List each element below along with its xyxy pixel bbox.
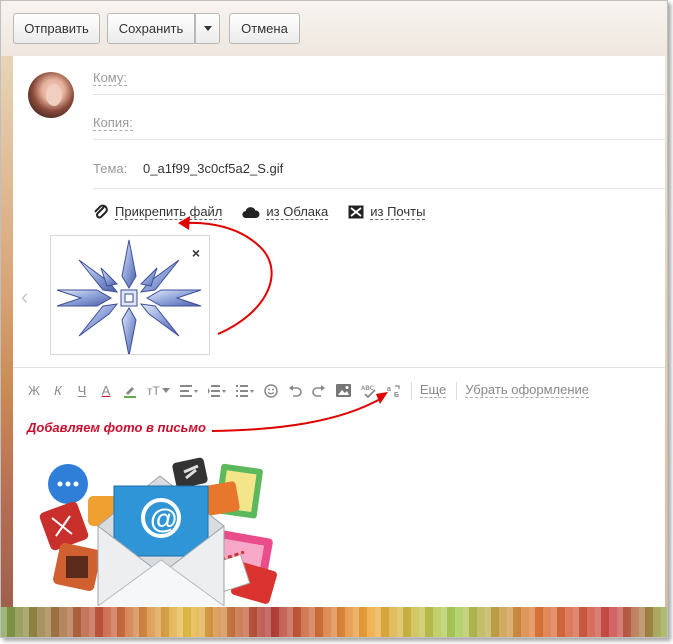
undo-icon [288,384,302,397]
list-icon [235,384,254,397]
snowflake-image [56,239,202,357]
format-toolbar: Ж К Ч А тТ ABC a Б Еще Убрать оформление [13,367,665,413]
spellcheck-button[interactable]: ABC [361,381,377,401]
bold-button[interactable]: Ж [27,381,41,401]
toolbar-divider [410,381,412,400]
translate-button[interactable]: aБ [387,381,401,401]
svg-text:Б: Б [394,392,399,398]
emoji-button[interactable] [264,381,278,401]
mail-x-icon [348,205,364,219]
close-icon[interactable]: × [192,246,200,260]
align-icon [179,384,198,397]
undo-button[interactable] [288,381,302,401]
insert-image-icon [335,384,351,397]
chevron-down-icon [203,26,212,31]
avatar [28,72,74,118]
chevron-down-icon [161,388,170,393]
attach-cloud-label: из Облака [266,204,329,220]
to-label[interactable]: Кому: [93,70,127,86]
font-color-button[interactable]: А [99,381,113,401]
svg-text:a: a [387,386,391,393]
to-field[interactable]: Кому: [93,61,665,95]
attach-mail-link[interactable]: из Почты [348,204,426,220]
clear-format-button[interactable]: Убрать оформление [465,383,590,398]
redo-button[interactable] [312,381,326,401]
svg-text:@: @ [150,503,177,534]
cancel-button-label: Отмена [241,21,288,36]
subject-value[interactable]: 0_a1f99_3c0cf5a2_S.gif [143,161,283,176]
italic-button[interactable]: К [51,381,65,401]
cc-field[interactable]: Копия: [93,106,665,140]
cloud-icon [242,207,260,219]
align-button[interactable] [179,381,198,401]
redo-icon [312,384,325,397]
save-button[interactable]: Сохранить [107,13,195,44]
font-size-button[interactable]: тТ [147,381,170,401]
list-button[interactable] [235,381,254,401]
save-dropdown-button[interactable] [195,13,220,44]
attach-options: Прикрепить файл из Облака из Почты [93,202,445,222]
more-button[interactable]: Еще [419,383,447,398]
top-toolbar: Отправить Сохранить Отмена [1,1,667,55]
send-button[interactable]: Отправить [13,13,100,44]
save-button-label: Сохранить [118,21,184,36]
compose-panel: Кому: Копия: Тема: 0_a1f99_3c0cf5a2_S.gi… [13,56,665,607]
background-flowers [1,607,667,637]
paperclip-icon [94,204,108,219]
subject-label: Тема: [93,161,128,176]
font-size-label: тТ [147,383,160,398]
highlight-color-button[interactable] [123,381,137,401]
chevron-left-icon[interactable]: ‹ [21,286,28,308]
background-decoration [1,56,13,616]
insert-image-button[interactable] [335,381,351,401]
attach-file-link[interactable]: Прикрепить файл [93,204,223,220]
spellcheck-icon: ABC [361,386,376,398]
translate-icon: aБ [387,384,400,398]
compose-window: Отправить Сохранить Отмена Кому: Копия: … [0,0,668,638]
attachment-thumbnail[interactable]: × [50,235,210,357]
svg-text:ABC: ABC [361,386,375,392]
attach-cloud-link[interactable]: из Облака [242,204,329,220]
cc-label[interactable]: Копия: [93,115,133,131]
attach-file-label: Прикрепить файл [115,204,223,220]
attach-mail-label: из Почты [370,204,426,220]
body-note-text[interactable]: Добавляем фото в письмо [27,420,206,435]
cancel-button[interactable]: Отмена [229,13,300,44]
toolbar-divider [456,381,458,400]
send-button-label: Отправить [24,21,89,36]
subject-field[interactable]: Тема: 0_a1f99_3c0cf5a2_S.gif [93,149,665,189]
email-illustration: @ [39,457,277,606]
emoji-icon [264,383,278,398]
indent-icon [207,384,226,397]
underline-button[interactable]: Ч [75,381,89,401]
highlight-icon [124,386,136,398]
indent-button[interactable] [207,381,226,401]
